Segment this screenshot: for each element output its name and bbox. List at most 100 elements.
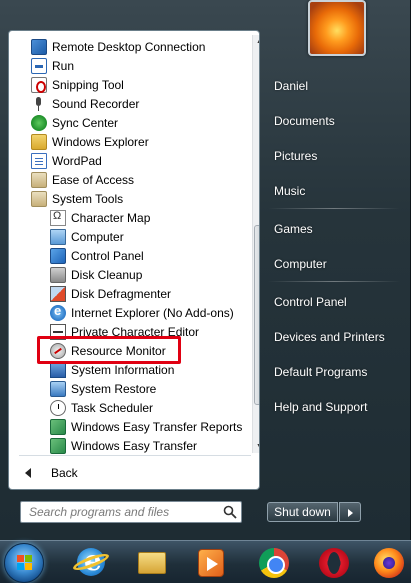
- taskbar-internet-explorer[interactable]: [68, 544, 112, 581]
- program-item-control-panel[interactable]: Control Panel: [50, 246, 144, 265]
- folder-open-icon: [31, 190, 47, 207]
- start-menu: Remote Desktop Connection Run Snipping T…: [0, 0, 411, 540]
- program-item-label: Sync Center: [52, 115, 119, 130]
- defrag-icon: [50, 285, 66, 302]
- program-item-label: Snipping Tool: [52, 77, 124, 92]
- program-item-computer[interactable]: Computer: [50, 227, 124, 246]
- program-item-wordpad[interactable]: WordPad: [31, 151, 102, 170]
- right-item-pictures[interactable]: Pictures: [274, 146, 317, 166]
- scroll-thumb[interactable]: [254, 225, 259, 405]
- right-item-user[interactable]: Daniel: [274, 76, 308, 96]
- right-item-label: Pictures: [274, 149, 318, 163]
- opera-icon: [319, 548, 349, 578]
- right-triangle-icon: [348, 509, 353, 517]
- resource-monitor-icon: [50, 342, 66, 359]
- search-input[interactable]: [21, 502, 221, 522]
- folder-item-system-tools[interactable]: System Tools: [31, 189, 123, 208]
- program-item-system-information[interactable]: System Information: [50, 360, 174, 379]
- taskbar: [0, 540, 411, 583]
- remote-desktop-icon: [31, 38, 47, 55]
- program-item-label: Run: [52, 58, 75, 73]
- taskbar-file-explorer[interactable]: [128, 545, 172, 581]
- right-item-label: Default Programs: [274, 365, 368, 379]
- right-item-help-and-support[interactable]: Help and Support: [274, 397, 367, 417]
- taskbar-chrome[interactable]: [250, 545, 294, 581]
- back-button[interactable]: Back: [25, 463, 78, 483]
- programs-scrollbar[interactable]: ▲ ▼: [252, 35, 259, 453]
- computer-icon: [50, 228, 66, 245]
- right-item-label: Devices and Printers: [274, 330, 385, 344]
- program-item-label: Windows Explorer: [52, 134, 149, 149]
- program-item-windows-easy-transfer[interactable]: Windows Easy Transfer: [50, 436, 197, 455]
- shut-down-button[interactable]: Shut down: [267, 502, 338, 522]
- program-item-label: Windows Easy Transfer: [71, 438, 198, 453]
- right-item-documents[interactable]: Documents: [274, 111, 335, 131]
- program-item-snipping-tool[interactable]: Snipping Tool: [31, 75, 124, 94]
- right-item-default-programs[interactable]: Default Programs: [274, 362, 367, 382]
- program-item-task-scheduler[interactable]: Task Scheduler: [50, 398, 153, 417]
- program-item-disk-cleanup[interactable]: Disk Cleanup: [50, 265, 142, 284]
- right-item-devices-and-printers[interactable]: Devices and Printers: [274, 327, 385, 347]
- program-item-sync-center[interactable]: Sync Center: [31, 113, 118, 132]
- right-item-label: Control Panel: [274, 295, 347, 309]
- character-map-icon: [50, 209, 66, 226]
- program-item-disk-defragmenter[interactable]: Disk Defragmenter: [50, 284, 171, 303]
- microphone-icon: [31, 96, 47, 112]
- folder-item-ease-of-access[interactable]: Ease of Access: [31, 170, 134, 189]
- scroll-down-arrow-icon[interactable]: ▼: [253, 440, 259, 453]
- right-item-games[interactable]: Games: [274, 219, 313, 239]
- program-item-label: Disk Cleanup: [71, 267, 143, 282]
- right-column-divider: [268, 281, 400, 282]
- shut-down-label: Shut down: [274, 505, 331, 519]
- firefox-icon: [374, 548, 404, 578]
- right-item-computer[interactable]: Computer: [274, 254, 327, 274]
- disk-cleanup-icon: [50, 266, 66, 283]
- scroll-up-arrow-icon[interactable]: ▲: [253, 35, 259, 48]
- program-item-label: Task Scheduler: [71, 400, 154, 415]
- program-item-resource-monitor[interactable]: Resource Monitor: [50, 341, 166, 360]
- left-arrow-icon: [25, 468, 31, 478]
- program-item-label: Ease of Access: [52, 172, 135, 187]
- program-item-label: System Information: [71, 362, 175, 377]
- program-item-label: Disk Defragmenter: [71, 286, 172, 301]
- program-item-label: System Restore: [71, 381, 157, 396]
- chrome-icon: [259, 548, 289, 578]
- program-item-windows-easy-transfer-reports[interactable]: Windows Easy Transfer Reports: [50, 417, 242, 436]
- program-item-sound-recorder[interactable]: Sound Recorder: [31, 94, 139, 113]
- start-menu-left-panel: Remote Desktop Connection Run Snipping T…: [8, 30, 260, 490]
- program-item-label: Computer: [71, 229, 124, 244]
- magnifier-icon[interactable]: [223, 505, 237, 519]
- folder-icon: [31, 171, 47, 188]
- taskbar-firefox[interactable]: [366, 545, 410, 581]
- right-item-label: Documents: [274, 114, 335, 128]
- easy-transfer-icon: [50, 418, 66, 435]
- taskbar-opera[interactable]: [310, 545, 354, 581]
- scissors-icon: [31, 76, 47, 93]
- program-item-system-restore[interactable]: System Restore: [50, 379, 156, 398]
- search-box[interactable]: [20, 501, 242, 523]
- user-account-picture[interactable]: [308, 0, 366, 56]
- program-item-character-map[interactable]: Character Map: [50, 208, 150, 227]
- program-item-windows-explorer[interactable]: Windows Explorer: [31, 132, 149, 151]
- system-restore-icon: [50, 380, 66, 397]
- right-item-music[interactable]: Music: [274, 181, 305, 201]
- program-item-label: Internet Explorer (No Add-ons): [71, 305, 234, 320]
- internet-explorer-icon: [50, 303, 66, 321]
- shut-down-options-button[interactable]: [339, 502, 361, 522]
- program-item-remote-desktop-connection[interactable]: Remote Desktop Connection: [31, 37, 205, 56]
- right-item-label: Computer: [274, 257, 327, 271]
- right-item-control-panel[interactable]: Control Panel: [274, 292, 347, 312]
- clock-icon: [50, 399, 66, 416]
- program-item-private-character-editor[interactable]: Private Character Editor: [50, 322, 199, 341]
- program-item-internet-explorer-no-addons[interactable]: Internet Explorer (No Add-ons): [50, 303, 234, 322]
- all-programs-list: Remote Desktop Connection Run Snipping T…: [9, 35, 243, 487]
- taskbar-media-player[interactable]: [188, 545, 232, 581]
- windows-start-orb-icon[interactable]: [4, 543, 44, 583]
- program-item-label: Remote Desktop Connection: [52, 39, 206, 54]
- program-item-run[interactable]: Run: [31, 56, 74, 75]
- right-item-label: Games: [274, 222, 313, 236]
- windows-logo-icon: [17, 555, 33, 571]
- back-divider: [19, 455, 251, 456]
- program-item-label: Sound Recorder: [52, 96, 140, 111]
- program-item-label: Resource Monitor: [71, 343, 166, 358]
